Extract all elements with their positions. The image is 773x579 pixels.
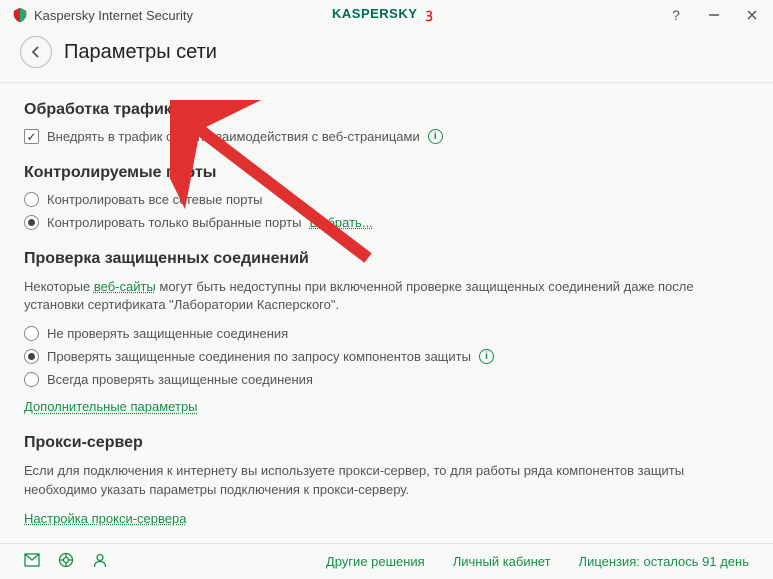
section-traffic-title: Обработка трафика (24, 101, 749, 119)
on-request-label: Проверять защищенные соединения по запро… (47, 349, 471, 364)
always-check-radio[interactable] (24, 372, 39, 387)
selected-ports-row: Контролировать только выбранные порты Вы… (24, 215, 749, 230)
inject-script-label: Внедрять в трафик скрипт взаимодействия … (47, 129, 420, 144)
selected-ports-label: Контролировать только выбранные порты (47, 215, 301, 230)
section-proxy-title: Прокси-сервер (24, 434, 749, 452)
info-icon[interactable]: i (479, 349, 494, 364)
no-check-label: Не проверять защищенные соединения (47, 326, 288, 341)
secure-description: Некоторые веб-сайты могут быть недоступн… (24, 278, 749, 314)
app-title: Kaspersky Internet Security (34, 8, 193, 23)
on-request-radio[interactable] (24, 349, 39, 364)
license-link[interactable]: Лицензия: осталось 91 день (579, 554, 749, 569)
websites-link[interactable]: веб-сайты (94, 279, 156, 294)
all-ports-row: Контролировать все сетевые порты (24, 192, 749, 207)
all-ports-radio[interactable] (24, 192, 39, 207)
always-check-label: Всегда проверять защищенные соединения (47, 372, 313, 387)
titlebar-left: Kaspersky Internet Security (12, 7, 193, 23)
brand-logo: KASPERSKY ꝫ (332, 5, 442, 26)
always-check-row: Всегда проверять защищенные соединения (24, 372, 749, 387)
person-icon[interactable] (92, 552, 108, 572)
svg-text:KASPERSKY: KASPERSKY (332, 6, 417, 21)
no-check-row: Не проверять защищенные соединения (24, 326, 749, 341)
app-icon (12, 7, 28, 23)
inject-script-checkbox[interactable] (24, 129, 39, 144)
statusbar-right: Другие решения Личный кабинет Лицензия: … (326, 554, 749, 569)
section-secure-title: Проверка защищенных соединений (24, 250, 749, 268)
app-window: Kaspersky Internet Security KASPERSKY ꝫ ?… (0, 0, 773, 579)
all-ports-label: Контролировать все сетевые порты (47, 192, 263, 207)
no-check-radio[interactable] (24, 326, 39, 341)
section-ports-title: Контролируемые порты (24, 164, 749, 182)
minimize-button[interactable] (705, 6, 723, 24)
window-controls: ? (667, 6, 761, 24)
back-button[interactable] (20, 36, 52, 68)
inject-script-row: Внедрять в трафик скрипт взаимодействия … (24, 129, 749, 144)
selected-ports-radio[interactable] (24, 215, 39, 230)
content: Обработка трафика Внедрять в трафик скри… (0, 83, 773, 543)
help-button[interactable]: ? (667, 6, 685, 24)
support-icon[interactable] (58, 552, 74, 572)
page-header: Параметры сети (0, 30, 773, 83)
on-request-row: Проверять защищенные соединения по запро… (24, 349, 749, 364)
additional-params-link[interactable]: Дополнительные параметры (24, 399, 198, 414)
mail-icon[interactable] (24, 553, 40, 571)
svg-text:ꝫ: ꝫ (425, 6, 433, 22)
close-button[interactable] (743, 6, 761, 24)
info-icon[interactable]: i (428, 129, 443, 144)
proxy-config-link[interactable]: Настройка прокси-сервера (24, 511, 186, 526)
statusbar: Другие решения Личный кабинет Лицензия: … (0, 543, 773, 579)
select-ports-link[interactable]: Выбрать... (309, 215, 372, 230)
account-link[interactable]: Личный кабинет (453, 554, 551, 569)
page-title: Параметры сети (64, 41, 217, 64)
proxy-description: Если для подключения к интернету вы испо… (24, 462, 749, 498)
statusbar-left (24, 552, 108, 572)
other-solutions-link[interactable]: Другие решения (326, 554, 425, 569)
titlebar: Kaspersky Internet Security KASPERSKY ꝫ ? (0, 0, 773, 30)
